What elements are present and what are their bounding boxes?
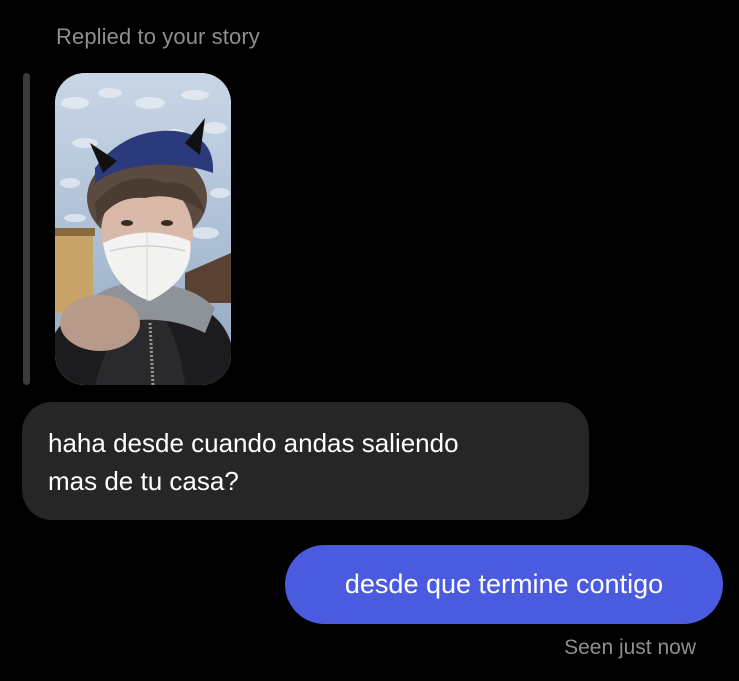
- outgoing-message-bubble[interactable]: desde que termine contigo: [285, 545, 723, 624]
- incoming-message-bubble[interactable]: haha desde cuando andas saliendo mas de …: [22, 402, 589, 520]
- seen-status: Seen just now: [564, 636, 696, 659]
- message-text-line: mas de tu casa?: [48, 466, 239, 496]
- story-thumbnail[interactable]: [55, 73, 231, 385]
- reply-indicator-bar: [23, 73, 30, 385]
- story-reply-caption: Replied to your story: [56, 24, 260, 49]
- story-photo-icon: [55, 73, 231, 385]
- message-text-line: haha desde cuando andas saliendo: [48, 428, 459, 458]
